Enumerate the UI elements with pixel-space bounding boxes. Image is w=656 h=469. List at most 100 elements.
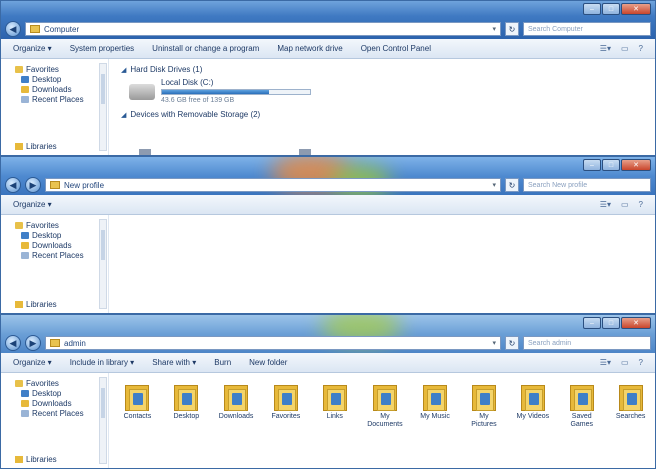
group-header-hdd[interactable]: ◢ Hard Disk Drives (1) [121, 65, 647, 74]
preview-pane-icon[interactable]: ▭ [621, 358, 629, 367]
command-bar: Organize ▾ ☰▾ ▭ ? [1, 195, 655, 215]
address-bar[interactable]: admin ▾ [45, 336, 501, 350]
nav-favorites[interactable]: Favorites [15, 221, 108, 230]
folder-item[interactable]: My Documents [367, 383, 403, 429]
organize-button[interactable]: Organize ▾ [13, 200, 52, 209]
map-network-drive-button[interactable]: Map network drive [277, 44, 342, 53]
nav-label: Favorites [26, 65, 59, 74]
chevron-down-icon[interactable]: ▾ [492, 181, 496, 189]
folder-item[interactable]: Searches [614, 383, 647, 429]
forward-button[interactable]: ▶ [25, 335, 41, 351]
folder-label: My Music [420, 413, 450, 420]
nav-favorites[interactable]: Favorites [15, 379, 108, 388]
nav-favorites[interactable]: Favorites [15, 65, 108, 74]
search-input[interactable]: Search New profile [523, 178, 651, 192]
nav-libraries[interactable]: Libraries [15, 455, 57, 464]
folder-icon [520, 383, 545, 411]
chevron-down-icon[interactable]: ▾ [492, 339, 496, 347]
desktop-icon [21, 232, 29, 239]
folder-item[interactable]: Contacts [121, 383, 154, 429]
folder-icon [618, 383, 643, 411]
close-button[interactable]: ✕ [621, 159, 651, 171]
view-controls: ☰▾ ▭ ? [600, 200, 643, 209]
nav-downloads[interactable]: Downloads [15, 85, 108, 94]
help-icon[interactable]: ? [639, 358, 643, 367]
nav-scrollbar[interactable] [99, 63, 107, 151]
address-bar[interactable]: New profile ▾ [45, 178, 501, 192]
view-options-icon[interactable]: ☰▾ [600, 358, 611, 367]
refresh-button[interactable]: ↻ [505, 336, 519, 350]
refresh-button[interactable]: ↻ [505, 178, 519, 192]
forward-button[interactable]: ▶ [25, 177, 41, 193]
nav-scrollbar[interactable] [99, 377, 107, 464]
nav-label: Libraries [26, 142, 57, 151]
close-button[interactable]: ✕ [621, 3, 651, 15]
folder-label: Desktop [173, 413, 200, 420]
nav-recent-places[interactable]: Recent Places [15, 95, 108, 104]
minimize-button[interactable]: – [583, 3, 601, 15]
nav-scrollbar[interactable] [99, 219, 107, 309]
organize-button[interactable]: Organize ▾ [13, 358, 52, 367]
nav-downloads[interactable]: Downloads [15, 399, 108, 408]
nav-libraries[interactable]: Libraries [15, 300, 57, 309]
uninstall-program-button[interactable]: Uninstall or change a program [152, 44, 259, 53]
nav-label: Recent Places [32, 251, 84, 260]
include-in-library-button[interactable]: Include in library ▾ [70, 358, 135, 367]
admin-window: – □ ✕ ◀ ▶ admin ▾ ↻ Search admin Organiz… [0, 314, 656, 469]
folder-label: My Videos [516, 413, 550, 420]
open-control-panel-button[interactable]: Open Control Panel [361, 44, 431, 53]
nav-desktop[interactable]: Desktop [15, 231, 108, 240]
refresh-button[interactable]: ↻ [505, 22, 519, 36]
nav-downloads[interactable]: Downloads [15, 241, 108, 250]
nav-label: Downloads [32, 241, 72, 250]
back-button[interactable]: ◀ [5, 177, 21, 193]
folder-item[interactable]: My Videos [516, 383, 549, 429]
folder-item[interactable]: Desktop [170, 383, 203, 429]
minimize-button[interactable]: – [583, 159, 601, 171]
folder-item[interactable]: Links [318, 383, 351, 429]
view-options-icon[interactable]: ☰▾ [600, 200, 611, 209]
title-bar[interactable]: – □ ✕ ◀ ▶ New profile ▾ ↻ Search New pro… [1, 157, 655, 199]
help-icon[interactable]: ? [639, 200, 643, 209]
system-properties-button[interactable]: System properties [70, 44, 134, 53]
caption-buttons: – □ ✕ [583, 317, 651, 329]
nav-libraries[interactable]: Libraries [15, 142, 57, 151]
title-bar[interactable]: – □ ✕ ◀ ▶ admin ▾ ↻ Search admin [1, 315, 655, 353]
nav-desktop[interactable]: Desktop [15, 75, 108, 84]
hard-disk-icon [129, 84, 155, 100]
drive-item[interactable]: Local Disk (C:) 43.6 GB free of 139 GB [129, 78, 647, 104]
folder-item[interactable]: Favorites [269, 383, 302, 429]
star-icon [15, 380, 23, 387]
burn-button[interactable]: Burn [214, 358, 231, 367]
nav-recent-places[interactable]: Recent Places [15, 251, 108, 260]
new-folder-button[interactable]: New folder [249, 358, 287, 367]
search-input[interactable]: Search admin [523, 336, 651, 350]
close-button[interactable]: ✕ [621, 317, 651, 329]
preview-pane-icon[interactable]: ▭ [621, 200, 629, 209]
folder-item[interactable]: My Pictures [468, 383, 501, 429]
group-header-removable[interactable]: ◢ Devices with Removable Storage (2) [121, 110, 647, 119]
nav-desktop[interactable]: Desktop [15, 389, 108, 398]
folder-item[interactable]: Saved Games [565, 383, 598, 429]
organize-button[interactable]: Organize ▾ [13, 44, 52, 53]
partial-device-icons [139, 149, 311, 155]
title-bar[interactable]: – □ ✕ ◀ Computer ▾ ↻ Search Computer [1, 1, 655, 39]
chevron-down-icon[interactable]: ▾ [492, 25, 496, 33]
nav-recent-places[interactable]: Recent Places [15, 409, 108, 418]
back-button[interactable]: ◀ [5, 21, 21, 37]
preview-pane-icon[interactable]: ▭ [621, 44, 629, 53]
address-text: Computer [44, 24, 80, 34]
help-icon[interactable]: ? [639, 44, 643, 53]
address-bar[interactable]: Computer ▾ [25, 22, 501, 36]
maximize-button[interactable]: □ [602, 3, 620, 15]
search-input[interactable]: Search Computer [523, 22, 651, 36]
maximize-button[interactable]: □ [602, 317, 620, 329]
folder-item[interactable]: Downloads [219, 383, 253, 429]
minimize-button[interactable]: – [583, 317, 601, 329]
downloads-icon [21, 400, 29, 407]
view-options-icon[interactable]: ☰▾ [600, 44, 611, 53]
folder-item[interactable]: My Music [419, 383, 452, 429]
back-button[interactable]: ◀ [5, 335, 21, 351]
maximize-button[interactable]: □ [602, 159, 620, 171]
share-with-button[interactable]: Share with ▾ [152, 358, 196, 367]
